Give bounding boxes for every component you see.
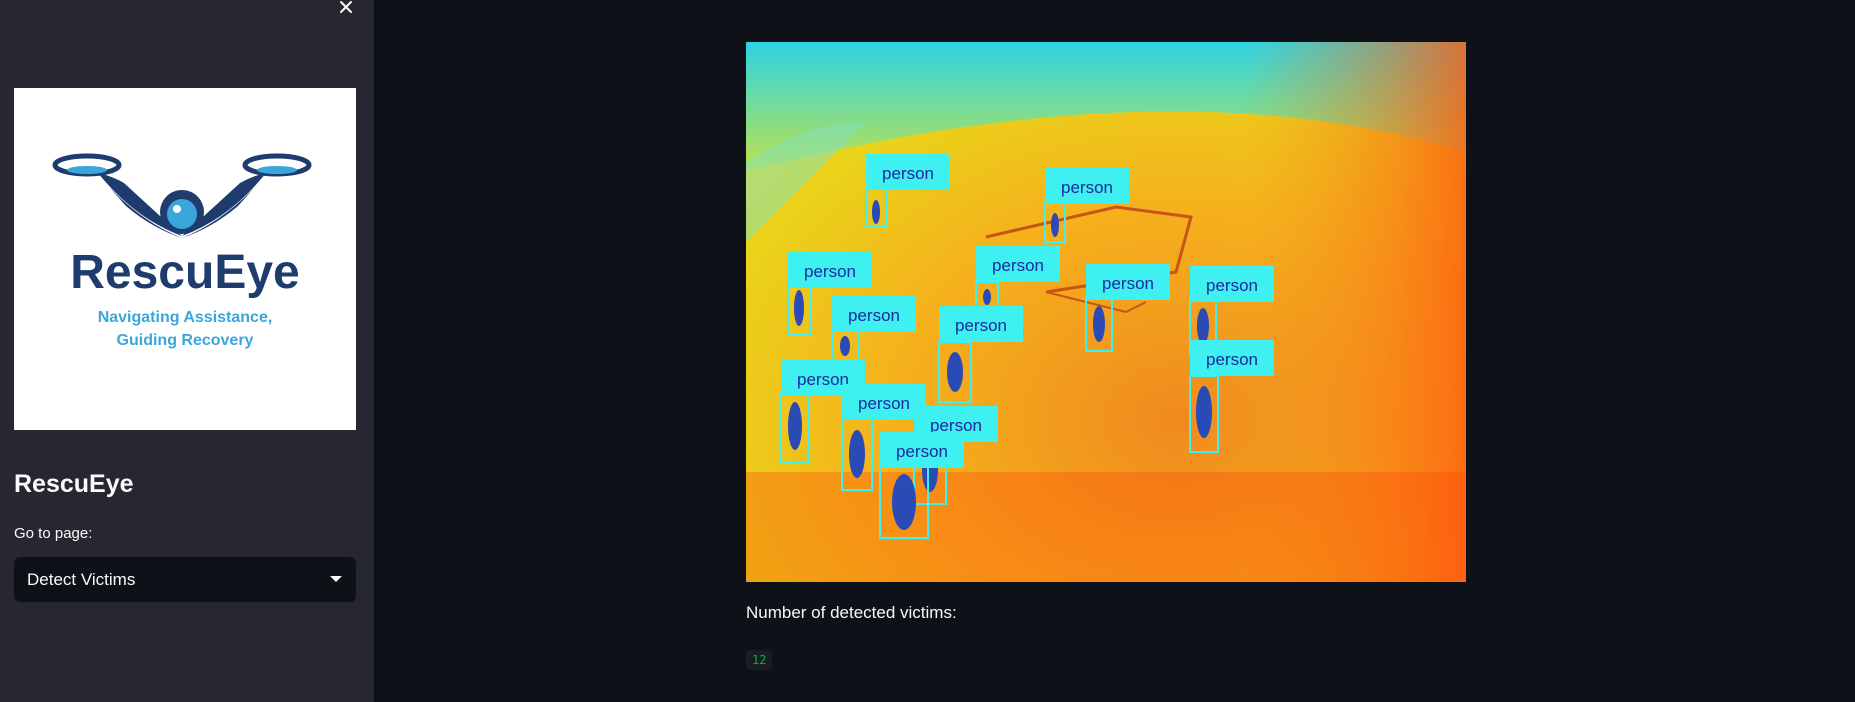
close-sidebar-button[interactable] [336, 0, 358, 18]
sidebar-title: RescuEye [14, 470, 134, 498]
rescueye-logo: RescuEye Navigating Assistance, Guiding … [14, 88, 356, 430]
svg-text:person: person [1206, 276, 1258, 295]
detection-result-image: person person person person person perso… [746, 42, 1466, 582]
svg-text:person: person [1102, 274, 1154, 293]
victim-count-value: 12 [746, 650, 773, 670]
svg-text:person: person [1061, 178, 1113, 197]
svg-text:person: person [797, 370, 849, 389]
page-select-value: Detect Victims [27, 570, 136, 589]
svg-text:person: person [955, 316, 1007, 335]
svg-text:person: person [1206, 350, 1258, 369]
sidebar: RescuEye Navigating Assistance, Guiding … [0, 0, 374, 702]
svg-text:person: person [858, 394, 910, 413]
detected-victims-label: Number of detected victims: [746, 603, 957, 622]
close-icon [340, 1, 352, 13]
svg-text:person: person [992, 256, 1044, 275]
svg-text:Navigating Assistance,: Navigating Assistance, [98, 309, 273, 326]
svg-text:RescuEye: RescuEye [70, 246, 299, 299]
svg-text:person: person [882, 164, 934, 183]
svg-text:Guiding Recovery: Guiding Recovery [117, 332, 254, 349]
page-select-label: Go to page: [14, 525, 93, 542]
svg-text:person: person [896, 442, 948, 461]
chevron-down-icon [330, 576, 342, 582]
svg-text:person: person [804, 262, 856, 281]
page-select[interactable]: Detect Victims [14, 557, 356, 602]
svg-text:person: person [848, 306, 900, 325]
